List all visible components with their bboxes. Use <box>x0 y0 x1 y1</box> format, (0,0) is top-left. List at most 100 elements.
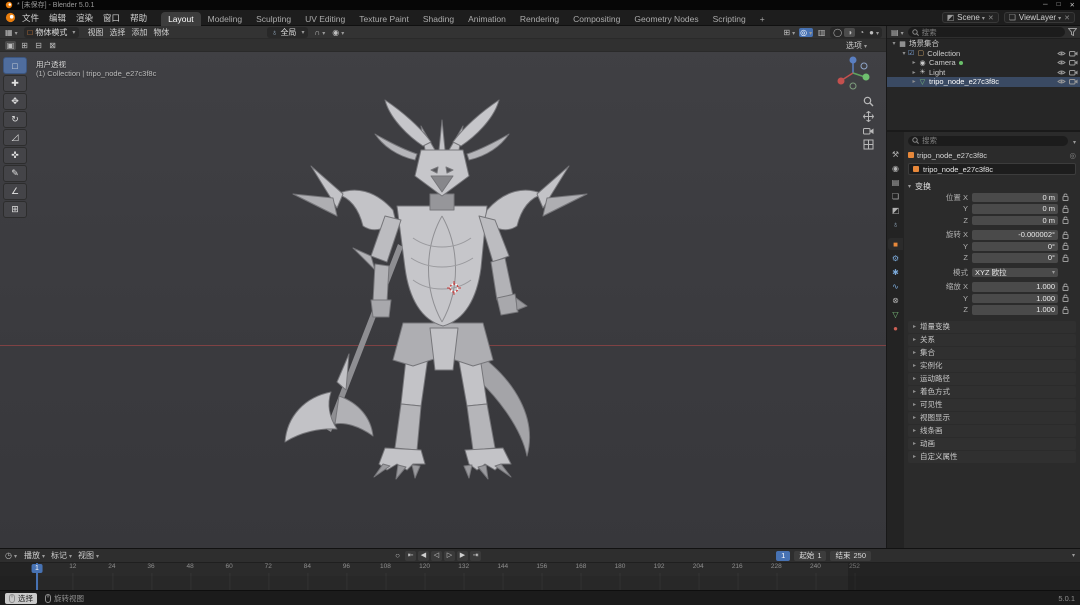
select-mode-extend-icon[interactable]: ⊞ <box>19 41 30 50</box>
viewport-3d[interactable]: ▦ □ 物体模式 视图选择添加物体 ♁ 全局 ∩ ◉ ⊞ ◎ ▥ ◯ ◑ ◔ ●… <box>0 26 886 548</box>
hide-eye-icon[interactable] <box>1057 78 1066 85</box>
properties-filter-icon[interactable] <box>1071 136 1076 146</box>
menubar-item[interactable]: 窗口 <box>98 11 125 25</box>
panel-header[interactable]: 视图显示 <box>908 412 1076 424</box>
lock-icon[interactable] <box>1060 254 1070 262</box>
jump-to-end-button[interactable]: ⇥ <box>470 551 481 561</box>
workspace-tab[interactable]: Animation <box>461 12 513 26</box>
workspace-tab[interactable]: + <box>753 12 772 26</box>
snap-magnet-icon[interactable]: ∩ <box>313 28 326 37</box>
timeline-menu-item[interactable]: 视图 <box>75 550 102 561</box>
tab-world[interactable]: ♁ <box>888 218 903 230</box>
menubar-item[interactable]: 编辑 <box>44 11 71 25</box>
toggle-perspective-icon[interactable] <box>863 139 874 150</box>
outliner-row-tripo-node[interactable]: ▸ ▽ tripo_node_e27c3f8c <box>887 77 1080 87</box>
workspace-tab[interactable]: Scripting <box>706 12 753 26</box>
workspace-tab[interactable]: Rendering <box>513 12 566 26</box>
annotate-tool[interactable]: ✎ <box>3 165 27 182</box>
tab-render[interactable]: ◉ <box>888 162 903 174</box>
play-reverse-button[interactable]: ◁ <box>431 551 442 561</box>
tab-constraints[interactable]: ⊗ <box>888 294 903 306</box>
workspace-tab[interactable]: Modeling <box>201 12 250 26</box>
frame-end-field[interactable]: 结束 250 <box>830 551 871 561</box>
workspace-tab[interactable]: UV Editing <box>298 12 352 26</box>
outliner-row-collection[interactable]: ▾ ☑ ▢ Collection <box>887 49 1080 59</box>
number-field[interactable]: 1.000 <box>972 282 1058 292</box>
outliner-row-light[interactable]: ▸ ☀ Light <box>887 68 1080 78</box>
tab-view-layer[interactable]: ❏ <box>888 190 903 202</box>
menubar-item[interactable]: 文件 <box>17 11 44 25</box>
lock-icon[interactable] <box>1060 231 1070 239</box>
pin-icon[interactable]: ◎ <box>1069 151 1076 160</box>
move-tool[interactable]: ✥ <box>3 93 27 110</box>
shading-solid-icon[interactable]: ◑ <box>844 28 855 37</box>
disable-render-camera-icon[interactable] <box>1069 59 1078 66</box>
tab-material[interactable]: ● <box>888 322 903 334</box>
close-button[interactable]: ✕ <box>1070 1 1075 9</box>
panel-header[interactable]: 可见性 <box>908 399 1076 411</box>
lock-icon[interactable] <box>1060 193 1070 201</box>
select-mode-subtract-icon[interactable]: ⊟ <box>33 41 44 50</box>
panel-header[interactable]: 集合 <box>908 347 1076 359</box>
expand-icon[interactable]: ▾ <box>900 50 908 57</box>
lock-icon[interactable] <box>1060 283 1070 291</box>
frame-start-field[interactable]: 起始 1 <box>794 551 826 561</box>
editor-type-icon[interactable]: ▦ <box>4 28 19 37</box>
add-cube-tool[interactable]: ⊞ <box>3 201 27 218</box>
mode-dropdown[interactable]: □ 物体模式 <box>24 27 80 38</box>
lock-icon[interactable] <box>1060 242 1070 250</box>
panel-header[interactable]: 实例化 <box>908 360 1076 372</box>
menubar-item[interactable]: 渲染 <box>71 11 98 25</box>
gizmo-toggle-icon[interactable]: ⊞ <box>782 28 796 37</box>
outliner-search-input[interactable]: 搜索 <box>908 27 1065 37</box>
menubar-item[interactable]: 帮助 <box>125 11 152 25</box>
workspace-tab[interactable]: Shading <box>416 12 461 26</box>
rotation-mode-dropdown[interactable]: XYZ 欧拉 <box>972 268 1058 278</box>
select-box-tool[interactable]: □ <box>3 57 27 74</box>
expand-icon[interactable]: ▸ <box>910 69 918 76</box>
overlays-toggle-icon[interactable]: ◎ <box>799 28 813 37</box>
scale-tool[interactable]: ◿ <box>3 129 27 146</box>
number-field[interactable]: 0 m <box>972 216 1058 226</box>
expand-icon[interactable]: ▸ <box>910 78 918 85</box>
viewport-menu-item[interactable]: 物体 <box>150 27 172 38</box>
expand-icon[interactable]: ▸ <box>910 59 918 66</box>
timeline-menu-item[interactable]: 播放 <box>21 550 48 561</box>
tab-physics[interactable]: ∿ <box>888 280 903 292</box>
number-field[interactable]: -0.000002° <box>972 230 1058 240</box>
number-field[interactable]: 0 m <box>972 204 1058 214</box>
measure-tool[interactable]: ∠ <box>3 183 27 200</box>
lock-icon[interactable] <box>1060 294 1070 302</box>
viewlayer-unlink-icon[interactable]: ✕ <box>1064 14 1070 22</box>
shading-material-icon[interactable]: ◔ <box>856 28 867 37</box>
character-model[interactable] <box>225 98 655 508</box>
expand-icon[interactable]: ▾ <box>890 40 898 47</box>
filter-icon[interactable] <box>1068 28 1077 36</box>
navigation-gizmo[interactable] <box>834 54 872 92</box>
workspace-tab[interactable]: Layout <box>161 12 201 26</box>
playhead-frame-badge[interactable]: 1 <box>32 564 43 573</box>
timeline-header-caret-icon[interactable]: ▾ <box>1072 552 1075 559</box>
outliner-row-camera[interactable]: ▸ ◉ Camera <box>887 58 1080 68</box>
zoom-icon[interactable] <box>863 96 874 107</box>
timeline-editor-icon[interactable]: ◷ <box>4 551 18 560</box>
blender-menu-icon[interactable] <box>5 12 16 23</box>
auto-keying-icon[interactable]: ○ <box>392 551 403 560</box>
panel-header[interactable]: 运动路径 <box>908 373 1076 385</box>
viewlayer-selector[interactable]: ❏ ViewLayer ✕ <box>1004 12 1075 23</box>
transform-tool[interactable]: ✜ <box>3 147 27 164</box>
current-frame-field[interactable]: 1 <box>776 551 790 561</box>
panel-header[interactable]: 线条画 <box>908 425 1076 437</box>
disable-render-camera-icon[interactable] <box>1069 50 1078 57</box>
next-keyframe-button[interactable]: ▶ <box>457 551 468 561</box>
play-button[interactable]: ▷ <box>444 551 455 561</box>
rotate-tool[interactable]: ↻ <box>3 111 27 128</box>
tab-object[interactable]: ■ <box>888 238 903 250</box>
tab-tool[interactable]: ⚒ <box>888 148 903 160</box>
panel-header[interactable]: 关系 <box>908 334 1076 346</box>
shading-rendered-icon[interactable]: ● <box>868 28 880 37</box>
object-name-field[interactable]: tripo_node_e27c3f8c <box>908 163 1076 175</box>
lock-icon[interactable] <box>1060 306 1070 314</box>
number-field[interactable]: 1.000 <box>972 294 1058 304</box>
panel-header[interactable]: 增量变换 <box>908 321 1076 333</box>
